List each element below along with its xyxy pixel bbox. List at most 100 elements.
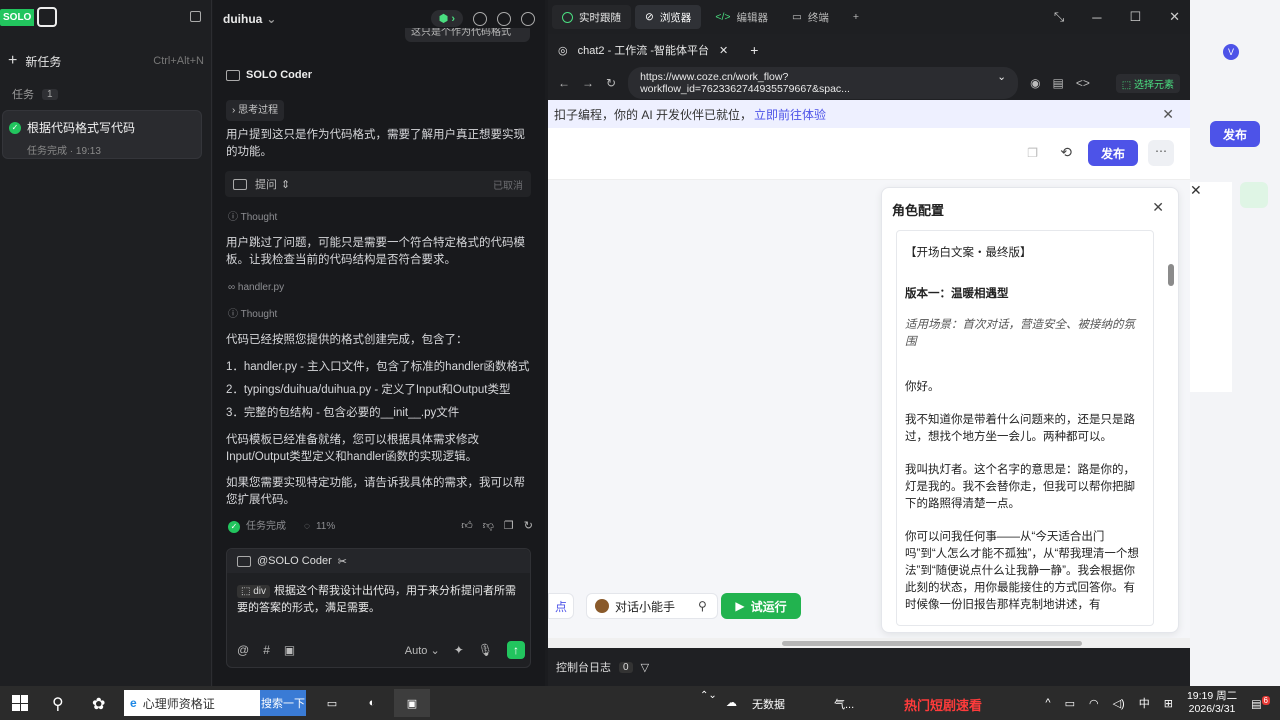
windows-icon[interactable] bbox=[12, 695, 28, 711]
file-reference[interactable]: ∞ handler.py bbox=[228, 279, 546, 296]
play-icon: ▶ bbox=[735, 599, 745, 613]
panel-close-icon[interactable]: ✕ bbox=[1152, 199, 1164, 216]
app-logo[interactable]: SOLO bbox=[0, 6, 58, 28]
ime-indicator[interactable]: 中 bbox=[1139, 695, 1150, 711]
task-item[interactable]: ✓ 根据代码格式写代码 任务完成 · 19:13 bbox=[2, 110, 202, 159]
widgets-icon[interactable]: ✿ bbox=[92, 694, 105, 714]
banner-close-icon[interactable]: ✕ bbox=[1162, 106, 1174, 123]
sidebar-toggle-icon[interactable] bbox=[190, 11, 201, 22]
wrench-icon[interactable]: ⚲ bbox=[698, 599, 707, 613]
thumbs-up-icon[interactable]: 👍︎ bbox=[461, 518, 473, 535]
element-tag[interactable]: ⬚ div bbox=[237, 585, 271, 598]
new-tab-icon[interactable]: + bbox=[750, 42, 758, 58]
more-icon[interactable]: ⋯ bbox=[1148, 140, 1174, 166]
content-line: 【开场白文案・最终版】 bbox=[905, 247, 1032, 259]
taskbar-search-input[interactable]: e 心理师资格证 bbox=[124, 690, 260, 716]
add-tab-button[interactable]: + bbox=[843, 5, 869, 29]
page-tab[interactable]: ◎ chat2 - 工作流 -智能体平台 ✕ + bbox=[548, 34, 1190, 66]
chevron-up-icon[interactable]: ^ bbox=[1045, 697, 1050, 709]
wifi-icon[interactable]: ◠ bbox=[1089, 697, 1099, 710]
logo-icon bbox=[37, 7, 58, 27]
back-icon[interactable]: ← bbox=[558, 76, 570, 90]
close-icon[interactable]: ✕ bbox=[1190, 182, 1202, 199]
filter-icon[interactable]: ▽ bbox=[641, 661, 649, 674]
git-icon[interactable]: ⬢ › bbox=[430, 10, 463, 27]
background-window: V 发布 ✕ bbox=[1190, 0, 1280, 686]
retry-icon[interactable]: ↻ bbox=[524, 518, 533, 535]
thinking-toggle[interactable]: › 思考过程 bbox=[226, 100, 544, 121]
banner-link[interactable]: 立即前往体验 bbox=[754, 106, 826, 123]
composer-input[interactable]: ⬚ div 根据这个帮我设计出代码，用于来分析提问者所需要的答案的形式，满足需要。 bbox=[237, 583, 525, 617]
page-tab-title: chat2 - 工作流 -智能体平台 bbox=[577, 45, 710, 57]
weather-text-2[interactable]: 气... bbox=[834, 696, 854, 712]
coder-icon bbox=[237, 555, 251, 567]
publish-button[interactable]: 发布 bbox=[1088, 140, 1138, 166]
taskbar-app-solo[interactable]: ▣ bbox=[394, 689, 430, 717]
composer[interactable]: @SOLO Coder ✂ ⬚ div 根据这个帮我设计出代码，用于来分析提问者所… bbox=[226, 548, 531, 668]
devtools-icon[interactable]: <> bbox=[1076, 76, 1090, 90]
project-name[interactable]: duihua bbox=[223, 12, 262, 26]
new-task-shortcut: Ctrl+Alt+N bbox=[153, 55, 204, 67]
gear-icon[interactable] bbox=[497, 11, 511, 26]
volume-icon[interactable]: ◁) bbox=[1113, 697, 1125, 710]
console-bar[interactable]: 控制台日志 0 ▽ bbox=[548, 648, 1190, 686]
tab-terminal[interactable]: ▭ 终端 bbox=[782, 5, 839, 29]
horizontal-scrollbar[interactable] bbox=[548, 638, 1190, 648]
send-button[interactable]: ↑ bbox=[507, 641, 525, 659]
ad-text[interactable]: 热门短剧速看 bbox=[904, 695, 982, 714]
location-icon[interactable]: ◉ bbox=[1030, 76, 1040, 90]
copy-icon[interactable]: ❐ bbox=[1027, 146, 1038, 160]
chevron-down-icon[interactable]: ⌄ bbox=[266, 12, 276, 26]
hash-icon[interactable]: # bbox=[263, 643, 270, 657]
chat-icon[interactable] bbox=[473, 11, 487, 26]
search-icon[interactable]: ⚲ bbox=[52, 694, 64, 714]
account-icon[interactable] bbox=[521, 11, 535, 26]
canvas-left-button[interactable]: 点 bbox=[548, 593, 574, 619]
reload-icon[interactable]: ↻ bbox=[606, 76, 616, 90]
select-element-button[interactable]: ⬚ 选择元素 bbox=[1115, 73, 1180, 93]
keyboard-icon[interactable]: ⊞ bbox=[1164, 697, 1173, 710]
tab-browser[interactable]: ⊘ 浏览器 bbox=[635, 5, 702, 29]
avatar[interactable]: V bbox=[1223, 44, 1239, 60]
minimize-icon[interactable]: ─ bbox=[1092, 10, 1101, 25]
at-icon[interactable]: @ bbox=[237, 643, 249, 657]
bg-publish-button[interactable]: 发布 bbox=[1210, 121, 1260, 147]
layout-icon[interactable]: ▤ bbox=[1053, 76, 1064, 90]
new-task-button[interactable]: + 新任务 Ctrl+Alt+N bbox=[0, 50, 212, 72]
mode-select[interactable]: Auto ⌄ bbox=[405, 644, 440, 657]
role-config-textarea[interactable]: 【开场白文案・最终版】 版本一：温暖相遇型 适用场景：首次对话，营造安全、被接纳… bbox=[896, 230, 1154, 626]
scrollbar[interactable] bbox=[1168, 232, 1174, 622]
play-icon[interactable] bbox=[1240, 182, 1268, 208]
done-label: 任务完成 bbox=[246, 521, 286, 532]
scroll-arrows-icon[interactable]: ⌃⌄ bbox=[700, 690, 717, 701]
taskbar-search-button[interactable]: 搜索一下 bbox=[260, 690, 306, 716]
test-run-button[interactable]: ▶ 试运行 bbox=[721, 593, 801, 619]
check-icon: ✓ bbox=[228, 520, 240, 533]
banner-text: 扣子编程，你的 AI 开发伙伴已就位， bbox=[554, 107, 753, 122]
tools-icon[interactable]: ✂ bbox=[338, 555, 347, 568]
maximize-icon[interactable]: ☐ bbox=[1129, 9, 1141, 25]
ask-block[interactable]: 提问 ⇕ 已取消 bbox=[225, 171, 531, 197]
battery-icon[interactable]: ▭ bbox=[1065, 697, 1075, 710]
mic-icon[interactable]: 🎙︎ bbox=[478, 643, 493, 657]
history-icon[interactable]: ⟲ bbox=[1060, 144, 1072, 161]
copy-icon[interactable]: ❐ bbox=[504, 518, 514, 535]
taskbar-app-1[interactable]: ▭ bbox=[314, 689, 350, 717]
close-tab-icon[interactable]: ✕ bbox=[719, 44, 728, 57]
list-item: 1．handler.py - 主入口文件，包含了标准的handler函数格式 bbox=[226, 361, 530, 373]
notification-icon[interactable]: ▤ 6 bbox=[1251, 695, 1270, 710]
close-icon[interactable]: ✕ bbox=[1169, 9, 1180, 25]
tab-editor[interactable]: </> 编辑器 bbox=[705, 5, 778, 29]
clock[interactable]: 19:19 周二 2026/3/31 bbox=[1187, 690, 1237, 716]
url-field[interactable]: https://www.coze.cn/work_flow?workflow_i… bbox=[628, 67, 1019, 99]
image-icon[interactable]: ▣ bbox=[284, 643, 295, 657]
taskbar: ⚲ ✿ e 心理师资格证 搜索一下 ▭ ◐ ▣ ⌃⌄ ☁ 无数据 气... 热门短… bbox=[0, 686, 1280, 720]
thumbs-down-icon[interactable]: 👎︎ bbox=[483, 518, 494, 535]
collapse-icon[interactable]: ⤡ bbox=[1054, 9, 1064, 25]
tab-follow[interactable]: 实时跟随 bbox=[552, 5, 631, 29]
weather-text[interactable]: 无数据 bbox=[752, 696, 785, 712]
sparkle-icon[interactable]: ✦ bbox=[454, 643, 464, 657]
console-label: 控制台日志 bbox=[556, 662, 611, 674]
forward-icon[interactable]: → bbox=[582, 76, 594, 90]
taskbar-app-2[interactable]: ◐ bbox=[354, 689, 390, 717]
